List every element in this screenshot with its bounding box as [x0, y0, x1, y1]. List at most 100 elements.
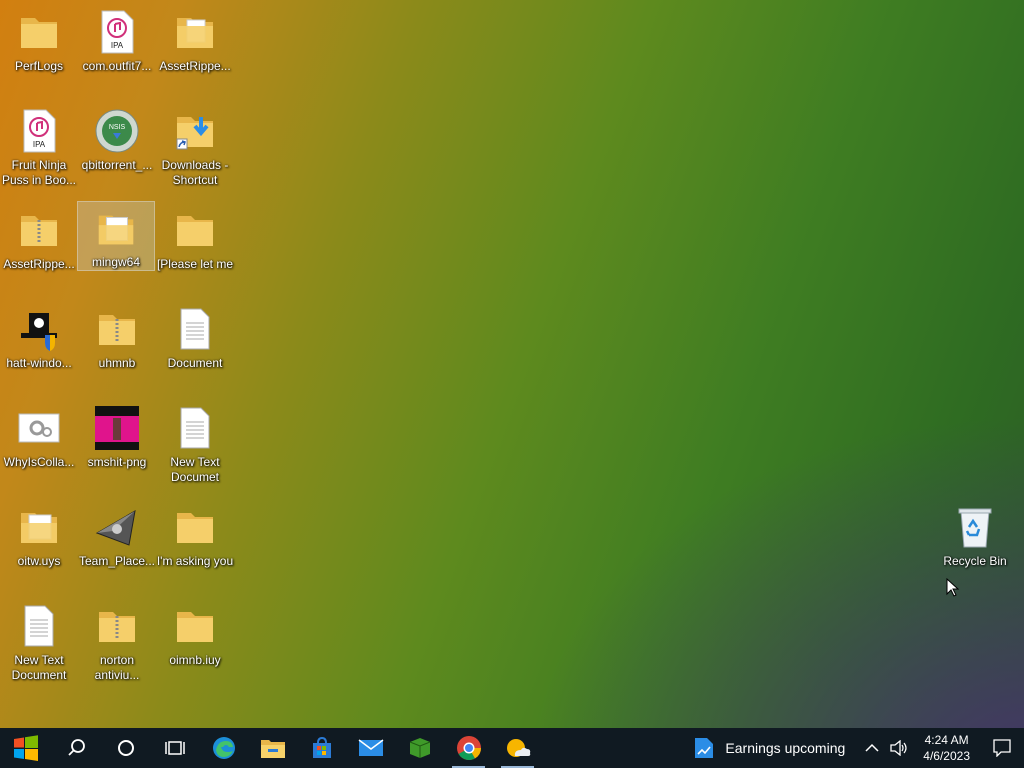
ipa-badge: IPA: [111, 41, 124, 50]
desktop-icon-please-let-me[interactable]: [Please let me: [157, 202, 233, 294]
icon-label: Fruit Ninja Puss in Boo...: [1, 158, 77, 187]
desktop-icon-perflogs[interactable]: PerfLogs: [1, 4, 77, 96]
search-icon: [67, 739, 85, 756]
notification-icon: [993, 739, 1011, 757]
desktop-icon-im-asking-you[interactable]: I'm asking you: [157, 499, 233, 591]
taskbar: Earnings upcoming 4:24 AM 4/6/2023: [0, 728, 1024, 768]
nsis-badge: NSIS: [109, 124, 126, 131]
taskbar-store[interactable]: [297, 728, 346, 768]
icon-label: AssetRippe...: [3, 257, 75, 271]
taskbar-chrome[interactable]: [444, 728, 493, 768]
chevron-up-icon: [865, 743, 879, 752]
ipa-file-icon: IPA: [23, 109, 56, 153]
desktop-icon-team-place[interactable]: Team_Place...: [79, 499, 155, 591]
show-hidden-icons-button[interactable]: [859, 728, 885, 768]
desktop-icon-smshit-png[interactable]: smshit-png: [79, 400, 155, 492]
zip-folder-icon: [99, 612, 135, 642]
icon-label: oimnb.iuy: [169, 653, 221, 667]
folder-with-documents-icon: [177, 18, 213, 48]
news-text: Earnings upcoming: [725, 740, 846, 756]
desktop-icon-qbittorrent[interactable]: NSIS qbittorrent_...: [79, 103, 155, 195]
file-explorer-icon: [260, 740, 285, 758]
icon-label: qbittorrent_...: [81, 158, 153, 172]
recycle-bin-icon: [958, 508, 992, 548]
taskbar-weather[interactable]: [493, 728, 542, 768]
folder-icon: [21, 513, 57, 543]
desktop-icon-downloads-shortcut[interactable]: Downloads - Shortcut: [157, 103, 233, 195]
icon-label: Document: [167, 356, 223, 370]
desktop-icon-document[interactable]: Document: [157, 301, 233, 393]
folder-icon: [177, 612, 213, 642]
desktop-icon-mingw64[interactable]: mingw64: [77, 201, 155, 271]
ipa-badge: IPA: [33, 140, 46, 149]
downloads-folder-shortcut-icon: [176, 117, 213, 150]
taskbar-mail[interactable]: [346, 728, 395, 768]
folder-icon: [21, 18, 57, 48]
clock-date: 4/6/2023: [923, 749, 970, 763]
desktop-icon-norton-antivirus[interactable]: norton antiviu...: [79, 598, 155, 690]
taskbar-minecraft[interactable]: [395, 728, 444, 768]
top-hat-app-icon: [21, 313, 57, 351]
taskbar-edge[interactable]: [199, 728, 248, 768]
action-center-button[interactable]: [980, 728, 1024, 768]
desktop-icon-new-text-document[interactable]: New Text Document: [1, 598, 77, 690]
desktop-icon-fruit-ninja[interactable]: IPA Fruit Ninja Puss in Boo...: [1, 103, 77, 195]
start-button[interactable]: [0, 728, 52, 768]
windows-logo-icon: [14, 735, 38, 761]
speaker-icon: [890, 740, 907, 756]
folder-icon: [177, 513, 213, 543]
task-view-icon: [164, 741, 185, 755]
icon-label: Recycle Bin: [943, 554, 1007, 568]
document-icon: [180, 308, 210, 350]
mouse-cursor-icon: [946, 578, 960, 597]
desktop-icon-com-outfit7[interactable]: IPA com.outfit7...: [79, 4, 155, 96]
icon-label: hatt-windo...: [6, 356, 72, 370]
system-tray: Earnings upcoming 4:24 AM 4/6/2023: [683, 728, 1024, 768]
desktop-icon-assetripper-1[interactable]: AssetRippe...: [157, 4, 233, 96]
desktop-icon-uhmnb[interactable]: uhmnb: [79, 301, 155, 393]
icon-label: New Text Documet: [170, 455, 220, 484]
cortana-button[interactable]: [101, 728, 150, 768]
icon-label: PerfLogs: [14, 59, 64, 73]
icon-label: smshit-png: [87, 455, 147, 469]
minecraft-icon: [409, 738, 430, 758]
edge-browser-icon: [212, 737, 235, 759]
desktop-icon-whyiscolla[interactable]: WhyIsColla...: [1, 400, 77, 492]
clock[interactable]: 4:24 AM 4/6/2023: [913, 732, 980, 764]
chrome-browser-icon: [456, 736, 481, 761]
desktop-icon-hatt-windows[interactable]: hatt-windo...: [1, 301, 77, 393]
desktop[interactable]: PerfLogs IPA com.outfit7... AssetRippe..…: [0, 0, 1024, 728]
icon-label: Team_Place...: [78, 554, 156, 568]
icon-label: Downloads - Shortcut: [161, 158, 229, 187]
icon-label: AssetRippe...: [159, 59, 231, 73]
icon-label: WhyIsColla...: [3, 455, 75, 469]
search-button[interactable]: [52, 728, 101, 768]
desktop-icon-assetripper-zip[interactable]: AssetRippe...: [1, 202, 77, 294]
news-widget[interactable]: Earnings upcoming: [683, 736, 859, 760]
icon-label: New Text Document: [11, 653, 67, 682]
icon-label: oitw.uys: [17, 554, 61, 568]
icon-label: norton antiviu...: [94, 653, 140, 682]
folder-icon: [98, 215, 134, 245]
volume-button[interactable]: [885, 728, 913, 768]
clock-time: 4:24 AM: [924, 733, 969, 747]
desktop-icon-new-text-documet[interactable]: New Text Documet: [157, 400, 233, 492]
icon-label: com.outfit7...: [82, 59, 152, 73]
icon-label: mingw64: [91, 255, 141, 269]
team-place-app-icon: [95, 510, 136, 546]
weather-app-icon: [506, 739, 530, 757]
folder-icon: [177, 216, 213, 246]
ipa-file-icon: IPA: [101, 10, 134, 54]
text-document-icon: [180, 407, 210, 449]
task-view-button[interactable]: [150, 728, 199, 768]
zip-folder-icon: [21, 216, 57, 246]
microsoft-store-icon: [312, 736, 331, 758]
settings-file-icon: [18, 413, 60, 443]
taskbar-file-explorer[interactable]: [248, 728, 297, 768]
desktop-icon-oimnb-iuy[interactable]: oimnb.iuy: [157, 598, 233, 690]
stocks-icon: [695, 738, 714, 758]
desktop-icon-oitw-uys[interactable]: oitw.uys: [1, 499, 77, 591]
zip-folder-icon: [99, 315, 135, 345]
icon-label: uhmnb: [98, 356, 136, 370]
cortana-circle-icon: [117, 740, 134, 756]
